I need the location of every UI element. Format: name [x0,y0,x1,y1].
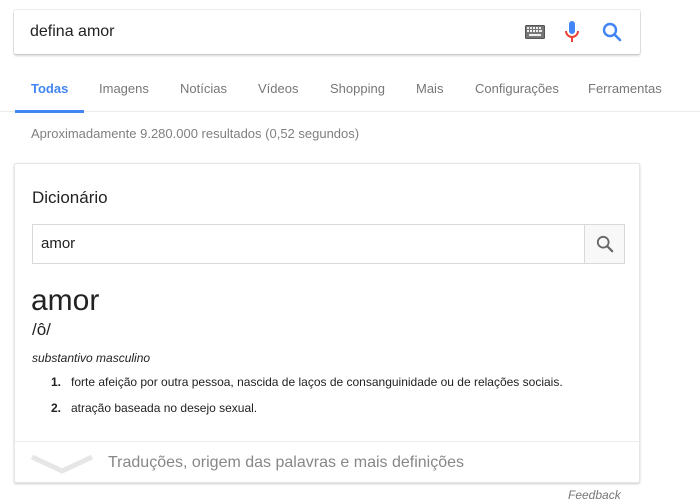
tab-imagens[interactable]: Imagens [99,66,149,112]
definition-number: 1. [51,375,62,389]
definition-list: 1. forte afeição por outra pessoa, nasci… [51,374,563,426]
mic-icon[interactable] [560,20,584,44]
part-of-speech: substantivo masculino [32,351,151,365]
tab-videos[interactable]: Vídeos [258,66,298,112]
tab-ferramentas[interactable]: Ferramentas [588,66,662,112]
definition-item: 2. atração baseada no desejo sexual. [51,400,563,416]
tab-shopping[interactable]: Shopping [330,66,385,112]
more-definitions-toggle[interactable]: Traduções, origem das palavras e mais de… [15,441,639,483]
phonetic: /ô/ [32,320,51,339]
tab-todas[interactable]: Todas [14,66,85,113]
chevron-down-icon [30,454,94,474]
search-box[interactable]: defina amor [14,10,640,54]
dictionary-search-button[interactable] [584,224,625,264]
search-query[interactable]: defina amor [30,22,115,42]
search-icon [596,235,613,253]
result-stats: Aproximadamente 9.280.000 resultados (0,… [31,126,360,141]
headword: amor [31,284,100,317]
more-definitions-label: Traduções, origem das palavras e mais de… [108,454,465,471]
tab-mais[interactable]: Mais [416,66,443,112]
card-title: Dicionário [32,188,108,207]
feedback-link[interactable]: Feedback [568,488,621,502]
tab-configuracoes[interactable]: Configurações [475,66,559,112]
definition-text: forte afeição por outra pessoa, nascida … [71,375,563,389]
search-tabs: Todas Imagens Notícias Vídeos Shopping M… [0,66,700,113]
definition-text: atração baseada no desejo sexual. [71,401,258,415]
search-icon[interactable] [600,20,624,44]
keyboard-icon[interactable] [523,20,547,44]
dictionary-search-input[interactable]: amor [32,224,585,264]
tab-noticias[interactable]: Notícias [180,66,227,112]
dictionary-card: Dicionário amor amor /ô/ substantivo mas… [14,163,640,483]
definition-item: 1. forte afeição por outra pessoa, nasci… [51,374,563,390]
definition-number: 2. [51,401,62,415]
